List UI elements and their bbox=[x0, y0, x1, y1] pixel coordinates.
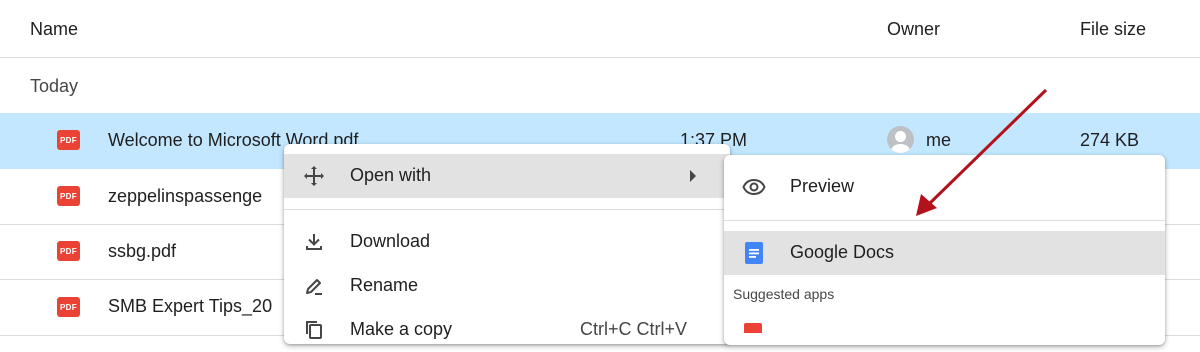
annotation-arrow-icon bbox=[916, 88, 1048, 216]
